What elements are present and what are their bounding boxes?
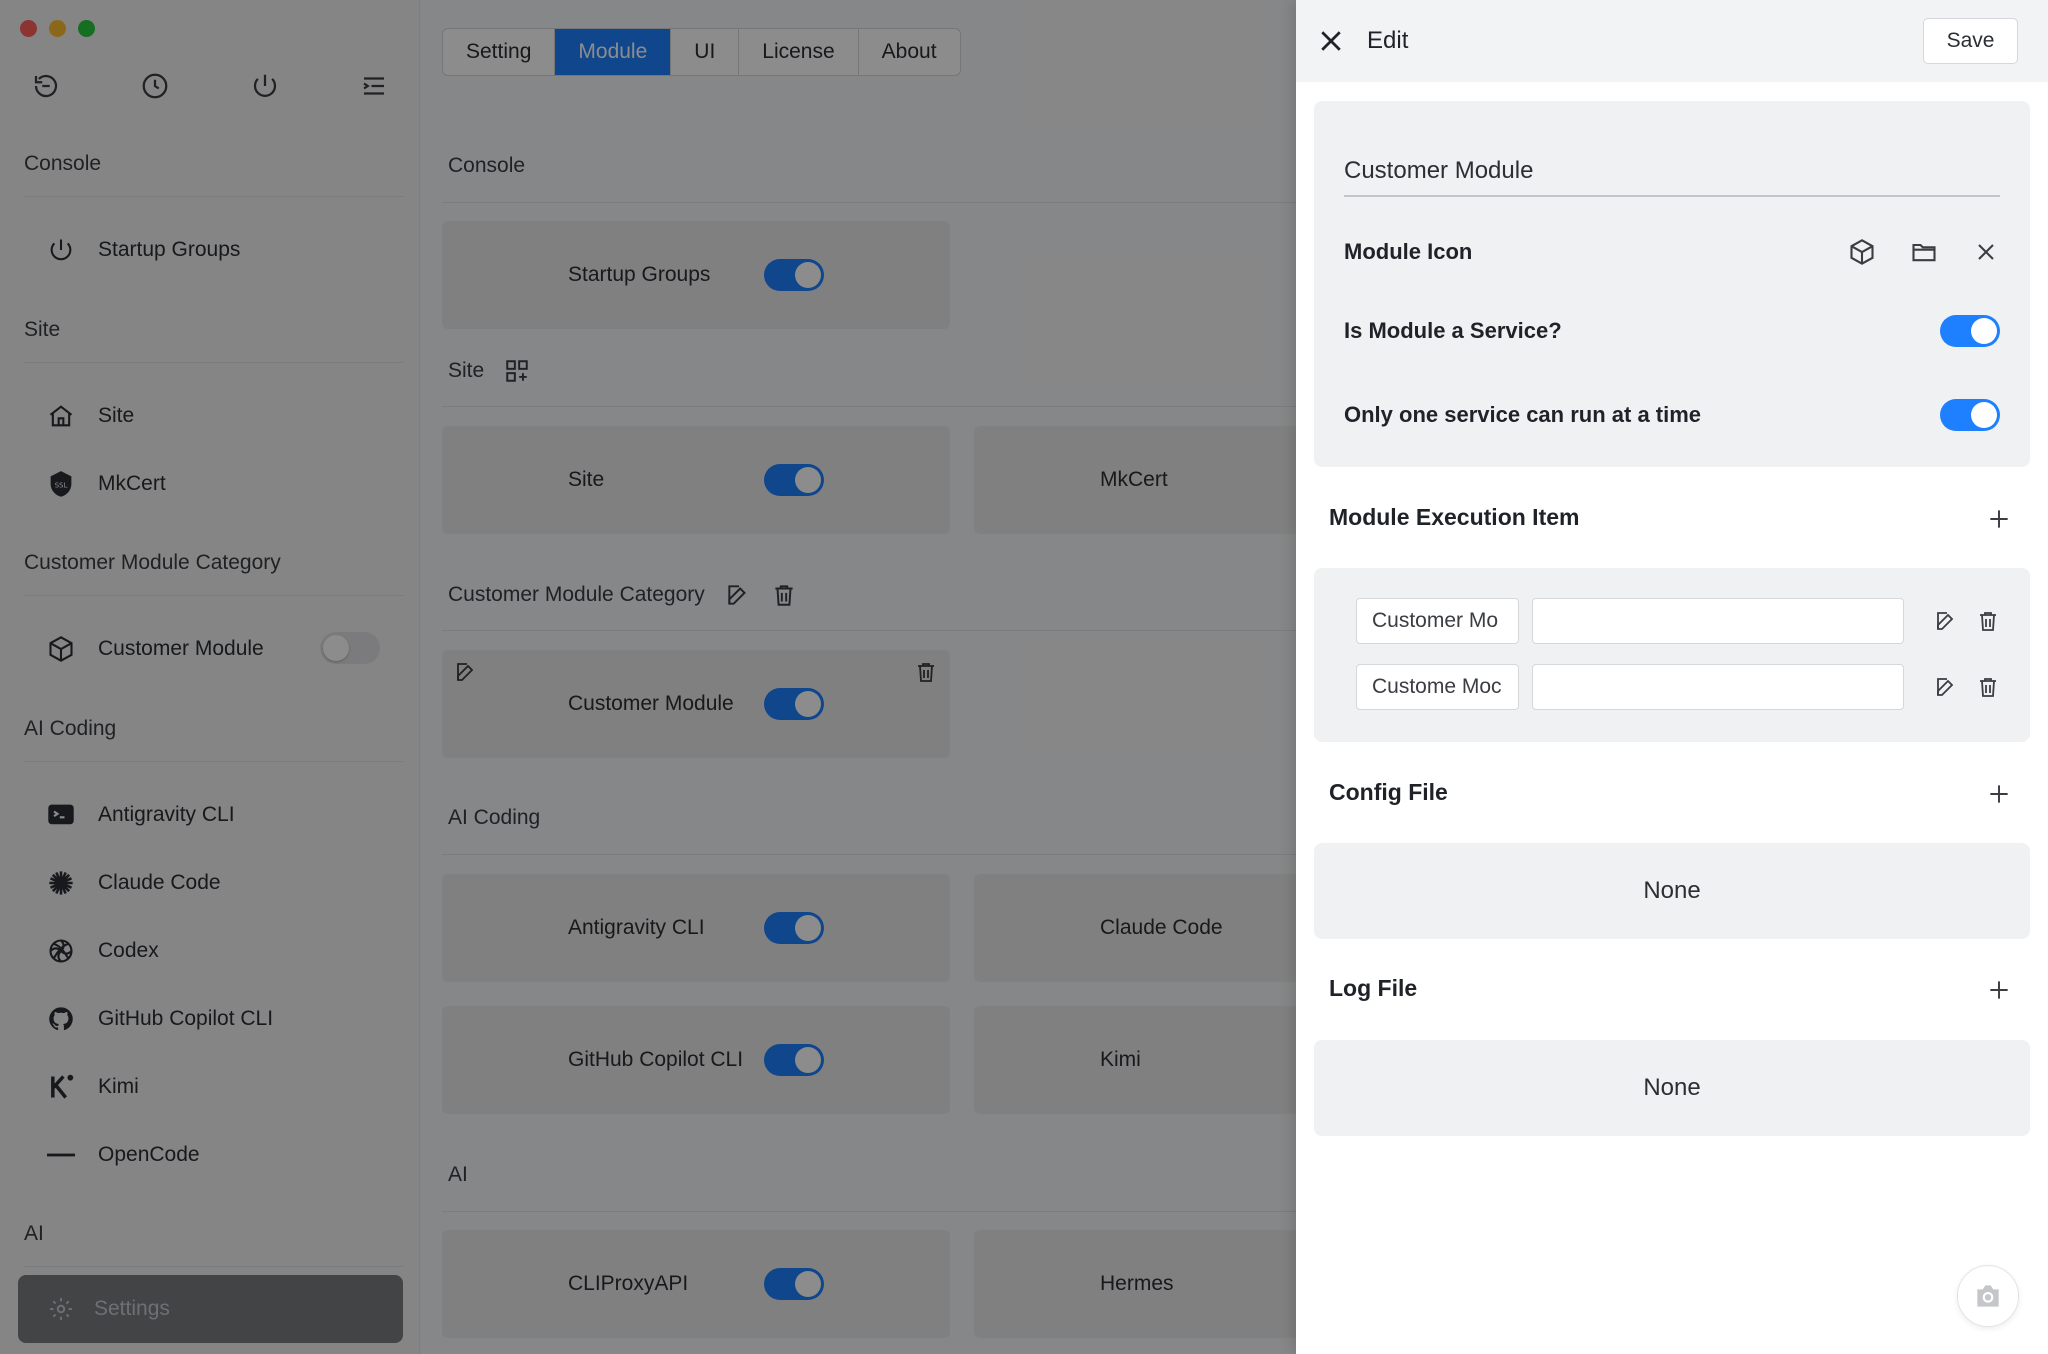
add-execution-item-icon[interactable] — [1986, 506, 2012, 532]
single-service-label: Only one service can run at a time — [1344, 402, 1702, 427]
folder-open-icon[interactable] — [1910, 238, 1938, 266]
execution-items-panel: Customer Mo Custome Moc — [1314, 568, 2030, 742]
execution-item-name-input[interactable]: Custome Moc — [1356, 664, 1519, 710]
clear-icon[interactable] — [1972, 238, 2000, 266]
edit-icon[interactable] — [1934, 675, 1958, 699]
log-file-title: Log File — [1329, 975, 1418, 1001]
camera-icon — [1977, 1285, 1999, 1307]
execution-item-value-input[interactable] — [1532, 664, 1904, 710]
add-config-file-icon[interactable] — [1986, 781, 2012, 807]
module-name-input[interactable]: Customer Module — [1344, 147, 2000, 197]
add-log-file-icon[interactable] — [1986, 977, 2012, 1003]
app-window: Console Startup Groups Site Site SSL MkC… — [0, 0, 2048, 1354]
edit-icon[interactable] — [1934, 609, 1958, 633]
log-file-empty: None — [1314, 1040, 2030, 1136]
drawer-title: Edit — [1367, 27, 1409, 54]
module-icon-row: Module Icon — [1344, 235, 2000, 269]
execution-item-row: Customer Mo — [1356, 598, 2000, 644]
module-settings-panel: Customer Module Module Icon Is Module a … — [1314, 101, 2030, 467]
single-service-toggle[interactable] — [1940, 399, 2000, 431]
execution-items-title: Module Execution Item — [1329, 504, 1580, 530]
trash-icon[interactable] — [1976, 609, 2000, 633]
module-icon-label: Module Icon — [1344, 239, 1473, 264]
edit-drawer: Edit Save Customer Module Module Icon Is… — [1296, 0, 2048, 1354]
save-button[interactable]: Save — [1923, 18, 2018, 64]
execution-item-value-input[interactable] — [1532, 598, 1904, 644]
close-icon[interactable] — [1316, 26, 1346, 56]
is-service-row: Is Module a Service? — [1344, 314, 2000, 348]
execution-item-name-input[interactable]: Customer Mo — [1356, 598, 1519, 644]
execution-item-row: Custome Moc — [1356, 664, 2000, 710]
drawer-header: Edit Save — [1296, 0, 2048, 82]
single-service-row: Only one service can run at a time — [1344, 398, 2000, 432]
is-service-label: Is Module a Service? — [1344, 318, 1562, 343]
modal-backdrop[interactable] — [0, 0, 1296, 1354]
is-service-toggle[interactable] — [1940, 315, 2000, 347]
cube-icon[interactable] — [1848, 238, 1876, 266]
trash-icon[interactable] — [1976, 675, 2000, 699]
config-file-title: Config File — [1329, 779, 1448, 805]
screenshot-button[interactable] — [1957, 1265, 2019, 1327]
config-file-empty: None — [1314, 843, 2030, 939]
